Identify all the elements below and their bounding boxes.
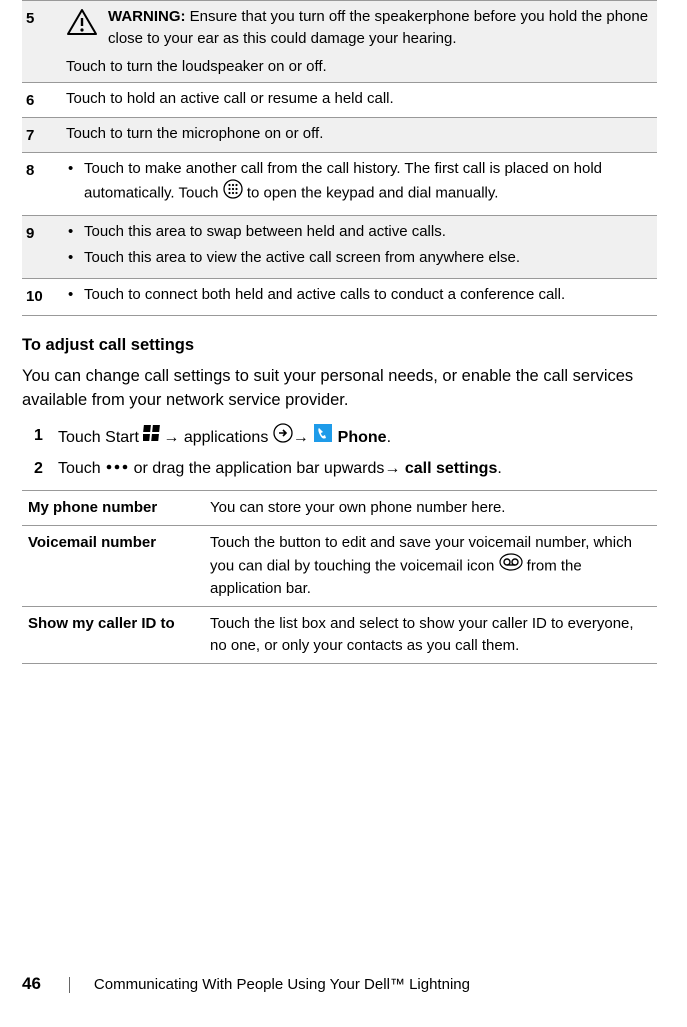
keypad-icon [223,179,243,206]
ellipsis-icon [105,456,129,479]
table-row: 5 WARNING: Ensure that you turn off the … [22,0,657,83]
settings-label: Show my caller ID to [28,613,210,657]
section-heading: To adjust call settings [22,334,657,358]
step-number: 1 [22,424,58,451]
warning-block: WARNING: Ensure that you turn off the sp… [66,6,651,50]
body-paragraph: You can change call settings to suit you… [22,365,657,411]
arrow-circle-icon [273,423,293,450]
footer-divider [69,977,70,993]
row-number: 9 [22,221,66,273]
table-row: 7 Touch to turn the microphone on or off… [22,118,657,153]
step-number: 2 [22,457,58,480]
step-item: 1 Touch Start → applications → Phone. [22,424,657,451]
bullet-item: • Touch this area to view the active cal… [66,247,651,269]
call-options-table: 5 WARNING: Ensure that you turn off the … [22,0,657,316]
settings-row: Show my caller ID to Touch the list box … [22,607,657,664]
row-number: 6 [22,88,66,112]
table-row: 6 Touch to hold an active call or resume… [22,83,657,118]
table-row: 9 • Touch this area to swap between held… [22,216,657,279]
row-text: Touch to hold an active call or resume a… [66,88,657,112]
table-row: 8 • Touch to make another call from the … [22,153,657,217]
row-number: 8 [22,158,66,211]
settings-row: Voicemail number Touch the button to edi… [22,526,657,607]
page-footer: 46 Communicating With People Using Your … [22,972,657,997]
row-subtext: Touch to turn the loudspeaker on or off. [66,56,651,78]
settings-desc: Touch the button to edit and save your v… [210,532,653,600]
row-number: 5 [22,6,66,77]
warning-icon [66,6,108,43]
start-icon [143,424,163,449]
settings-label: My phone number [28,497,210,519]
settings-desc: Touch the list box and select to show yo… [210,613,653,657]
step-item: 2 Touch or drag the application bar upwa… [22,457,657,480]
footer-title: Communicating With People Using Your Del… [94,974,470,996]
page-number: 46 [22,972,41,997]
row-text: Touch to turn the microphone on or off. [66,123,657,147]
settings-table: My phone number You can store your own p… [22,490,657,664]
warning-text: WARNING: Ensure that you turn off the sp… [108,6,651,50]
bullet-item: • Touch this area to swap between held a… [66,221,651,243]
phone-tile-icon [313,423,333,450]
bullet-item: • Touch to make another call from the ca… [66,158,651,207]
voicemail-icon [499,553,523,578]
settings-label: Voicemail number [28,532,210,600]
row-number: 10 [22,284,66,310]
row-number: 7 [22,123,66,147]
bullet-item: • Touch to connect both held and active … [66,284,651,306]
settings-desc: You can store your own phone number here… [210,497,653,519]
settings-row: My phone number You can store your own p… [22,490,657,526]
table-row: 10 • Touch to connect both held and acti… [22,279,657,316]
